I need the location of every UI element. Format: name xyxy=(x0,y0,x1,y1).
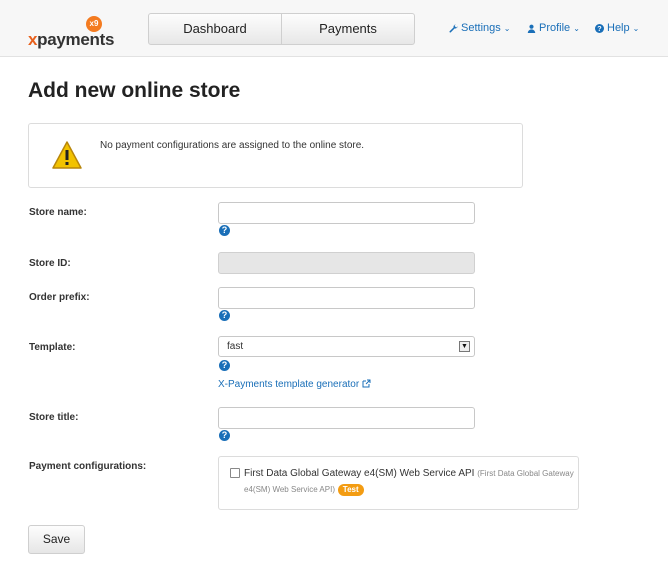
dropdown-arrow-icon: ▼ xyxy=(459,341,470,352)
payment-config-item: First Data Global Gateway e4(SM) Web Ser… xyxy=(244,466,574,498)
payment-configurations-label: Payment configurations: xyxy=(29,461,147,472)
store-title-help-icon[interactable]: ? xyxy=(219,430,230,441)
chevron-down-icon: ⌄ xyxy=(573,23,580,33)
xpayments-logo[interactable]: xpayments x9 xyxy=(28,16,128,50)
svg-text:?: ? xyxy=(597,24,601,33)
tab-payments[interactable]: Payments xyxy=(281,14,414,44)
help-label: Help xyxy=(607,22,630,34)
store-id-label: Store ID: xyxy=(29,258,71,269)
store-id-input xyxy=(218,252,475,274)
logo-badge: x9 xyxy=(86,16,102,32)
order-prefix-help-icon[interactable]: ? xyxy=(219,310,230,321)
app-header: xpayments x9 Dashboard Payments Settings… xyxy=(0,0,668,57)
top-navigation: Dashboard Payments xyxy=(148,13,415,45)
chevron-down-icon: ⌄ xyxy=(503,23,511,33)
user-icon xyxy=(527,24,536,33)
template-select[interactable]: fast ▼ xyxy=(218,336,475,357)
payment-configurations-list: First Data Global Gateway e4(SM) Web Ser… xyxy=(218,456,579,510)
question-circle-icon: ? xyxy=(595,23,604,33)
page-title: Add new online store xyxy=(28,79,241,102)
payment-config-name: First Data Global Gateway e4(SM) Web Ser… xyxy=(244,468,475,479)
chevron-down-icon: ⌄ xyxy=(632,23,640,33)
save-button[interactable]: Save xyxy=(28,525,85,554)
profile-label: Profile xyxy=(539,22,571,34)
store-name-label: Store name: xyxy=(29,207,87,218)
warning-alert: No payment configurations are assigned t… xyxy=(28,123,523,188)
template-generator-link[interactable]: X-Payments template generator xyxy=(218,379,371,390)
test-badge: Test xyxy=(337,484,364,496)
profile-menu[interactable]: Profile ⌄ xyxy=(527,22,580,34)
alert-message: No payment configurations are assigned t… xyxy=(100,140,365,151)
store-name-help-icon[interactable]: ? xyxy=(219,225,230,236)
template-label: Template: xyxy=(29,342,76,353)
external-link-icon xyxy=(362,379,371,388)
order-prefix-label: Order prefix: xyxy=(29,292,90,303)
payment-config-checkbox[interactable] xyxy=(230,468,240,478)
order-prefix-input[interactable] xyxy=(218,287,475,309)
wrench-icon xyxy=(449,23,458,33)
settings-label: Settings xyxy=(461,22,501,34)
help-menu[interactable]: ? Help ⌄ xyxy=(595,22,639,34)
store-title-label: Store title: xyxy=(29,412,79,423)
template-help-icon[interactable]: ? xyxy=(219,360,230,371)
template-selected-value: fast xyxy=(227,341,244,352)
tab-dashboard[interactable]: Dashboard xyxy=(149,14,281,44)
store-name-input[interactable] xyxy=(218,202,475,224)
store-title-input[interactable] xyxy=(218,407,475,429)
warning-icon xyxy=(52,141,82,169)
settings-menu[interactable]: Settings ⌄ xyxy=(449,22,510,34)
